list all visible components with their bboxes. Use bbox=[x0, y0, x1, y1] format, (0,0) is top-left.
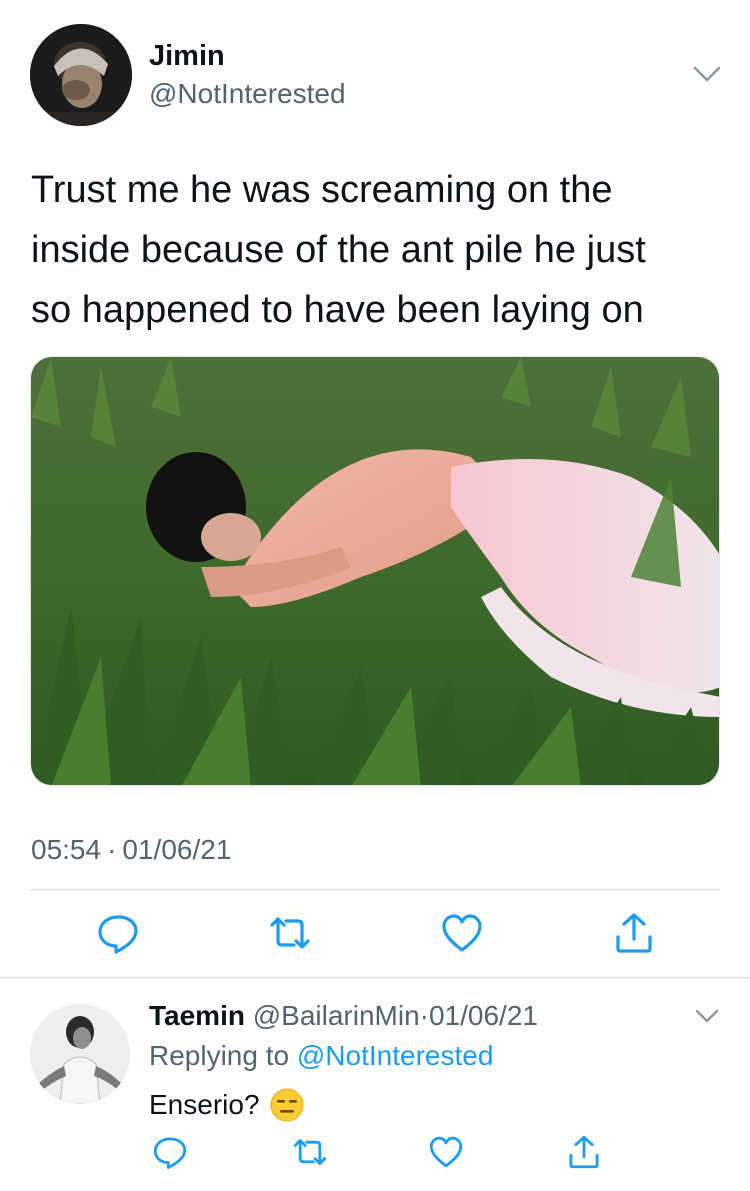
tweet-text-line: Trust me he was screaming on the bbox=[31, 169, 613, 211]
reply-author-handle[interactable]: @BailarinMin bbox=[253, 1000, 420, 1031]
reply-date: 01/06/21 bbox=[428, 1000, 538, 1031]
tweet-date: 01/06/21 bbox=[122, 834, 232, 865]
tweet-timestamp[interactable]: 05:54 · 01/06/21 bbox=[31, 834, 231, 866]
author-name[interactable]: Jimin bbox=[149, 40, 225, 73]
profile-photo-icon bbox=[30, 1004, 130, 1104]
reply-icon[interactable] bbox=[96, 911, 140, 955]
retweet-icon[interactable] bbox=[292, 1134, 328, 1170]
reply-tweet[interactable]: Taemin @BailarinMin·01/06/21 Replying to… bbox=[0, 978, 750, 1191]
author-avatar[interactable] bbox=[30, 24, 132, 126]
replying-to-mention[interactable]: @NotInterested bbox=[297, 1040, 494, 1071]
share-icon[interactable] bbox=[612, 911, 656, 955]
chevron-down-icon[interactable] bbox=[692, 62, 722, 86]
tweet-media-photo[interactable] bbox=[30, 356, 720, 786]
tweet-text-line: so happened to have been laying on bbox=[31, 289, 644, 331]
main-tweet: Jimin @NotInterested Trust me he was scr… bbox=[0, 0, 750, 978]
reply-icon[interactable] bbox=[152, 1134, 188, 1170]
separator-dot: · bbox=[419, 1000, 429, 1031]
like-icon[interactable] bbox=[440, 911, 484, 955]
retweet-icon[interactable] bbox=[268, 911, 312, 955]
author-handle[interactable]: @NotInterested bbox=[149, 78, 346, 110]
expressionless-face-emoji-icon bbox=[270, 1088, 304, 1122]
reply-author-name[interactable]: Taemin bbox=[149, 1000, 245, 1031]
tweet-time: 05:54 bbox=[31, 834, 102, 865]
like-icon[interactable] bbox=[428, 1134, 464, 1170]
reply-author-avatar[interactable] bbox=[30, 1004, 130, 1104]
tweet-text: Trust me he was screaming on the inside … bbox=[31, 160, 721, 340]
reply-header: Taemin @BailarinMin·01/06/21 bbox=[149, 1000, 538, 1032]
replying-to-label: Replying to bbox=[149, 1040, 290, 1071]
tweet-text-line: inside because of the ant pile he just bbox=[31, 229, 646, 271]
reply-text-content: Enserio? bbox=[149, 1089, 260, 1120]
chevron-down-icon[interactable] bbox=[694, 1006, 720, 1026]
separator-dot: · bbox=[107, 834, 117, 865]
divider bbox=[30, 889, 720, 890]
profile-photo-icon bbox=[30, 24, 132, 126]
reply-text: Enserio? bbox=[149, 1088, 304, 1122]
share-icon[interactable] bbox=[566, 1134, 602, 1170]
photo-person-lying-in-grass bbox=[31, 357, 719, 785]
replying-to: Replying to @NotInterested bbox=[149, 1040, 493, 1072]
